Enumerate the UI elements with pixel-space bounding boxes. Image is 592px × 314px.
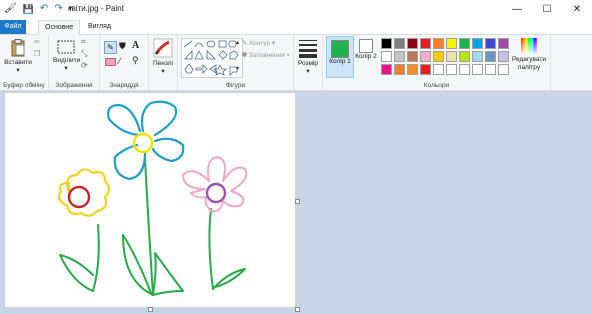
color-swatch[interactable] — [446, 64, 457, 75]
color1-button[interactable]: Колір 1 — [326, 36, 354, 78]
color-swatch[interactable] — [394, 38, 405, 49]
canvas-area — [0, 91, 592, 314]
shapes-group: ▴ ▾ ✎ Контур ▾ ⛊ Заповнення ▾ Фігури — [178, 35, 294, 90]
edit-colors-button[interactable]: Редагувати палітру — [511, 36, 547, 76]
scroll-icon[interactable]: ▾ — [236, 65, 239, 72]
ribbon: Вставити ▾ ✂ ❐ Буфер обміну Виділити ▾ ⌗… — [0, 35, 592, 91]
clipboard-group: Вставити ▾ ✂ ❐ Буфер обміну — [0, 35, 49, 90]
eraser-icon[interactable] — [105, 58, 116, 66]
minimize-button[interactable]: — — [502, 0, 532, 20]
color-swatch[interactable] — [498, 64, 509, 75]
color-swatch[interactable] — [485, 51, 496, 62]
color-swatch[interactable] — [446, 51, 457, 62]
size-button[interactable]: Розмір ▾ — [296, 38, 320, 75]
color-swatch[interactable] — [407, 64, 418, 75]
color-swatch[interactable] — [407, 51, 418, 62]
window-title: квіти.jpg - Paint — [68, 4, 124, 13]
fill-icon: ⛊ — [242, 52, 247, 59]
outline-icon: ✎ — [242, 40, 248, 47]
color-swatch[interactable] — [472, 64, 483, 75]
paste-label: Вставити — [4, 59, 32, 66]
tab-view[interactable]: Вигляд — [82, 20, 117, 34]
color-swatch[interactable] — [485, 64, 496, 75]
line-width-icon — [299, 40, 317, 58]
brush-icon — [153, 38, 173, 58]
crop-icon[interactable]: ⌗ — [81, 37, 86, 47]
color-swatch[interactable] — [433, 51, 444, 62]
chevron-down-icon: ▾ — [64, 65, 68, 72]
tab-file[interactable]: Файл — [0, 20, 26, 34]
color-swatch[interactable] — [394, 51, 405, 62]
color-swatch[interactable] — [394, 64, 405, 75]
color-swatch[interactable] — [472, 38, 483, 49]
shapes-group-label: Фігури — [225, 82, 246, 89]
color-swatch[interactable] — [407, 38, 418, 49]
cut-icon[interactable]: ✂ — [34, 38, 40, 46]
color-swatch[interactable] — [459, 38, 470, 49]
color-picker-icon[interactable]: ⁄ — [119, 56, 121, 66]
tab-home[interactable]: Основне — [38, 20, 81, 36]
colors-group: Колір 1 Колір 2 Редагувати палітру Кольо… — [323, 35, 551, 90]
color-swatch[interactable] — [433, 64, 444, 75]
palette-icon — [521, 38, 537, 54]
chevron-down-icon: ▾ — [306, 68, 310, 75]
chevron-down-icon: ▾ — [161, 68, 165, 75]
color-swatch[interactable] — [485, 38, 496, 49]
tools-group-label: Знаряддя — [109, 82, 139, 89]
color-swatch[interactable] — [498, 38, 509, 49]
color-swatch[interactable] — [381, 51, 392, 62]
scroll-icon[interactable]: ▴ — [236, 39, 239, 46]
select-button[interactable]: Виділити ▾ — [53, 39, 81, 72]
resize-handle[interactable] — [148, 307, 153, 312]
size-group: Розмір ▾ — [294, 35, 323, 90]
maximize-button[interactable]: ☐ — [532, 0, 562, 20]
image-group: Виділити ▾ ⌗ ⤡ ⟳ Зображення — [49, 35, 100, 90]
resize-icon[interactable]: ⤡ — [81, 49, 87, 59]
flower-drawing — [57, 100, 248, 296]
size-label: Розмір — [297, 60, 319, 67]
color-swatch[interactable] — [420, 64, 431, 75]
text-icon[interactable]: A — [132, 40, 139, 51]
color-swatch[interactable] — [381, 38, 392, 49]
color-swatch[interactable] — [420, 38, 431, 49]
copy-icon[interactable]: ❐ — [34, 50, 40, 58]
select-icon — [57, 40, 75, 54]
magnifier-icon[interactable]: ⚲ — [132, 55, 139, 66]
shapes-gallery[interactable] — [181, 38, 243, 78]
pencil-icon[interactable]: ✎ — [104, 41, 117, 54]
color2-button[interactable]: Колір 2 — [353, 36, 379, 76]
color-swatch[interactable] — [459, 51, 470, 62]
title-bar: 🖌 💾 ↶ ↷ ▾ квіти.jpg - Paint — ☐ ✕ — [0, 0, 592, 20]
fill-icon[interactable]: ⛊ — [119, 41, 126, 52]
color-swatch[interactable] — [381, 64, 392, 75]
ribbon-tabs: Файл Основне Вигляд — [0, 20, 592, 36]
paste-button[interactable]: Вставити ▾ — [4, 39, 32, 74]
brushes-group: Пензлі ▾ — [149, 35, 178, 90]
resize-handle[interactable] — [295, 307, 300, 312]
color1-swatch — [331, 40, 349, 58]
image-group-label: Зображення — [55, 82, 93, 89]
outline-button[interactable]: ✎ Контур ▾ — [242, 39, 275, 47]
color-swatch[interactable] — [420, 51, 431, 62]
color-swatch[interactable] — [446, 38, 457, 49]
fill-button[interactable]: ⛊ Заповнення ▾ — [242, 52, 290, 60]
tools-group: ✎ ⛊ A ⁄ ⚲ Знаряддя — [100, 35, 149, 90]
color-swatch[interactable] — [472, 51, 483, 62]
color2-swatch — [359, 39, 373, 53]
brushes-button[interactable]: Пензлі ▾ — [151, 38, 175, 75]
color-swatch[interactable] — [459, 64, 470, 75]
rotate-icon[interactable]: ⟳ — [81, 61, 88, 70]
brushes-label: Пензлі — [152, 60, 174, 67]
select-label: Виділити — [53, 57, 81, 64]
colors-group-label: Кольори — [423, 82, 450, 89]
color-swatch[interactable] — [498, 51, 509, 62]
clipboard-group-label: Буфер обміну — [3, 82, 45, 89]
drawing-canvas[interactable] — [5, 93, 295, 307]
resize-handle[interactable] — [295, 199, 300, 204]
color-swatch[interactable] — [433, 38, 444, 49]
close-button[interactable]: ✕ — [562, 0, 592, 20]
clipboard-icon — [11, 39, 25, 57]
chevron-down-icon: ▾ — [16, 67, 20, 74]
